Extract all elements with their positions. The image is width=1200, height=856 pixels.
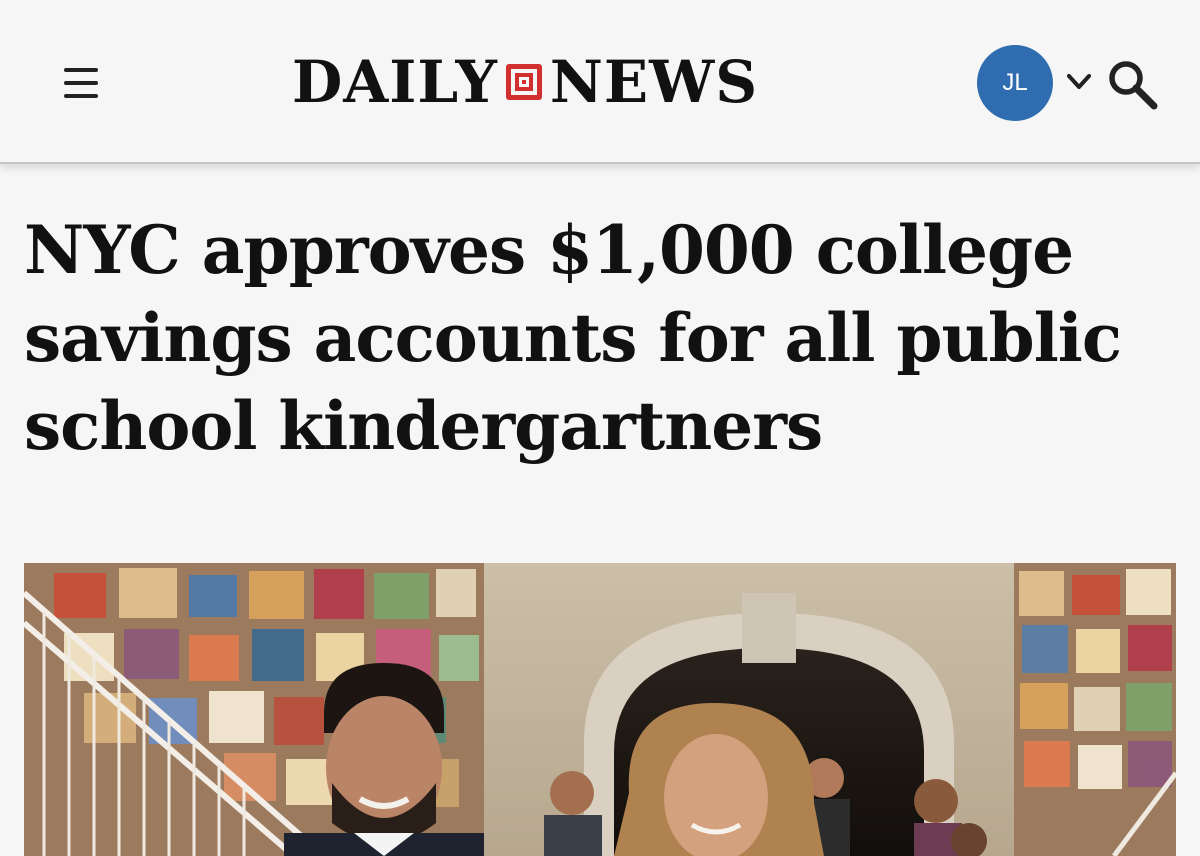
article-headline: NYC approves $1,000 college savings acco… xyxy=(24,211,1122,465)
menu-line xyxy=(64,68,98,72)
logo-text-daily: DAILY xyxy=(292,48,498,116)
daily-news-logo[interactable]: DAILY NEWS xyxy=(292,52,758,112)
article-hero-photo[interactable] xyxy=(24,563,1176,856)
logo-text-news: NEWS xyxy=(549,48,759,116)
user-initials: JL xyxy=(1002,69,1028,96)
menu-line xyxy=(64,94,98,98)
hero-photo-illustration xyxy=(24,563,1176,856)
logo-building-icon xyxy=(505,64,542,100)
menu-icon[interactable] xyxy=(64,68,108,98)
top-navigation-bar: DAILY NEWS JL xyxy=(0,0,1200,164)
chevron-down-icon[interactable] xyxy=(1063,66,1095,98)
search-icon[interactable] xyxy=(1104,56,1160,112)
user-avatar[interactable]: JL xyxy=(977,45,1053,121)
menu-line xyxy=(64,81,98,85)
